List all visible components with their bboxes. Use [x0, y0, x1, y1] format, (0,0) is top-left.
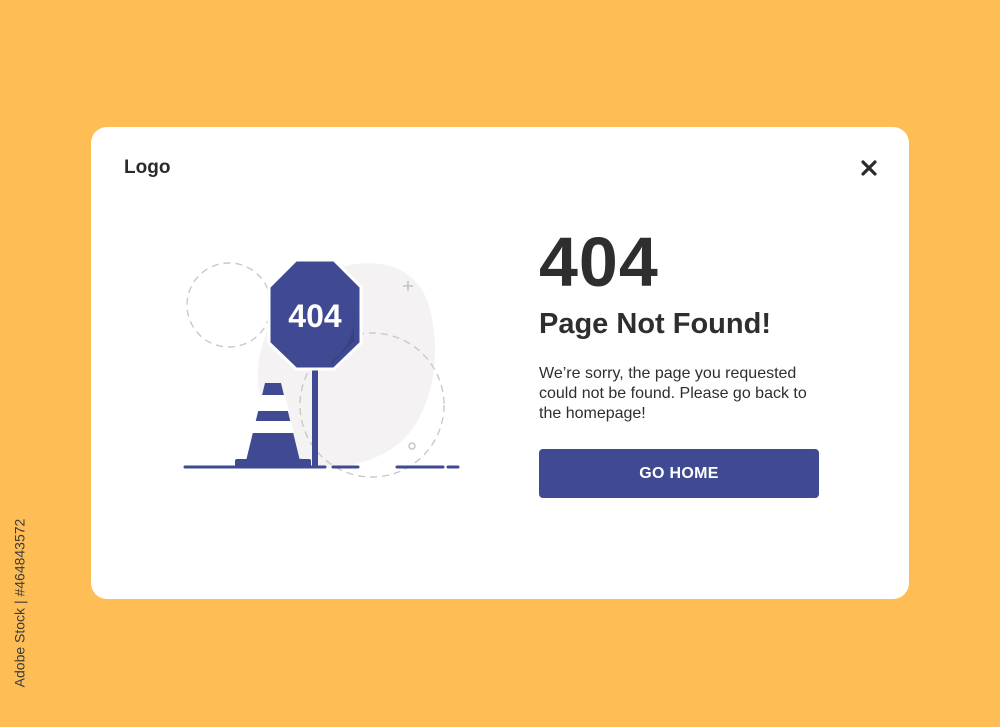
sign-text: 404 — [288, 298, 342, 334]
go-home-button[interactable]: GO HOME — [539, 449, 819, 498]
close-button[interactable] — [855, 154, 883, 182]
error-message: We’re sorry, the page you requested coul… — [539, 365, 807, 422]
error-dialog: Logo 404 404 Page Not Found! We’re sorry… — [91, 127, 909, 599]
close-icon — [861, 160, 877, 176]
error-code: 404 — [539, 223, 659, 301]
404-illustration: 404 — [183, 258, 460, 478]
error-title: Page Not Found! — [539, 308, 771, 340]
logo[interactable]: Logo — [124, 157, 170, 179]
small-circle — [408, 442, 416, 450]
dashed-circle-left — [186, 262, 272, 348]
stock-credit: Adobe Stock | #464843572 — [6, 488, 32, 718]
stock-credit-text: Adobe Stock | #464843572 — [11, 518, 28, 688]
